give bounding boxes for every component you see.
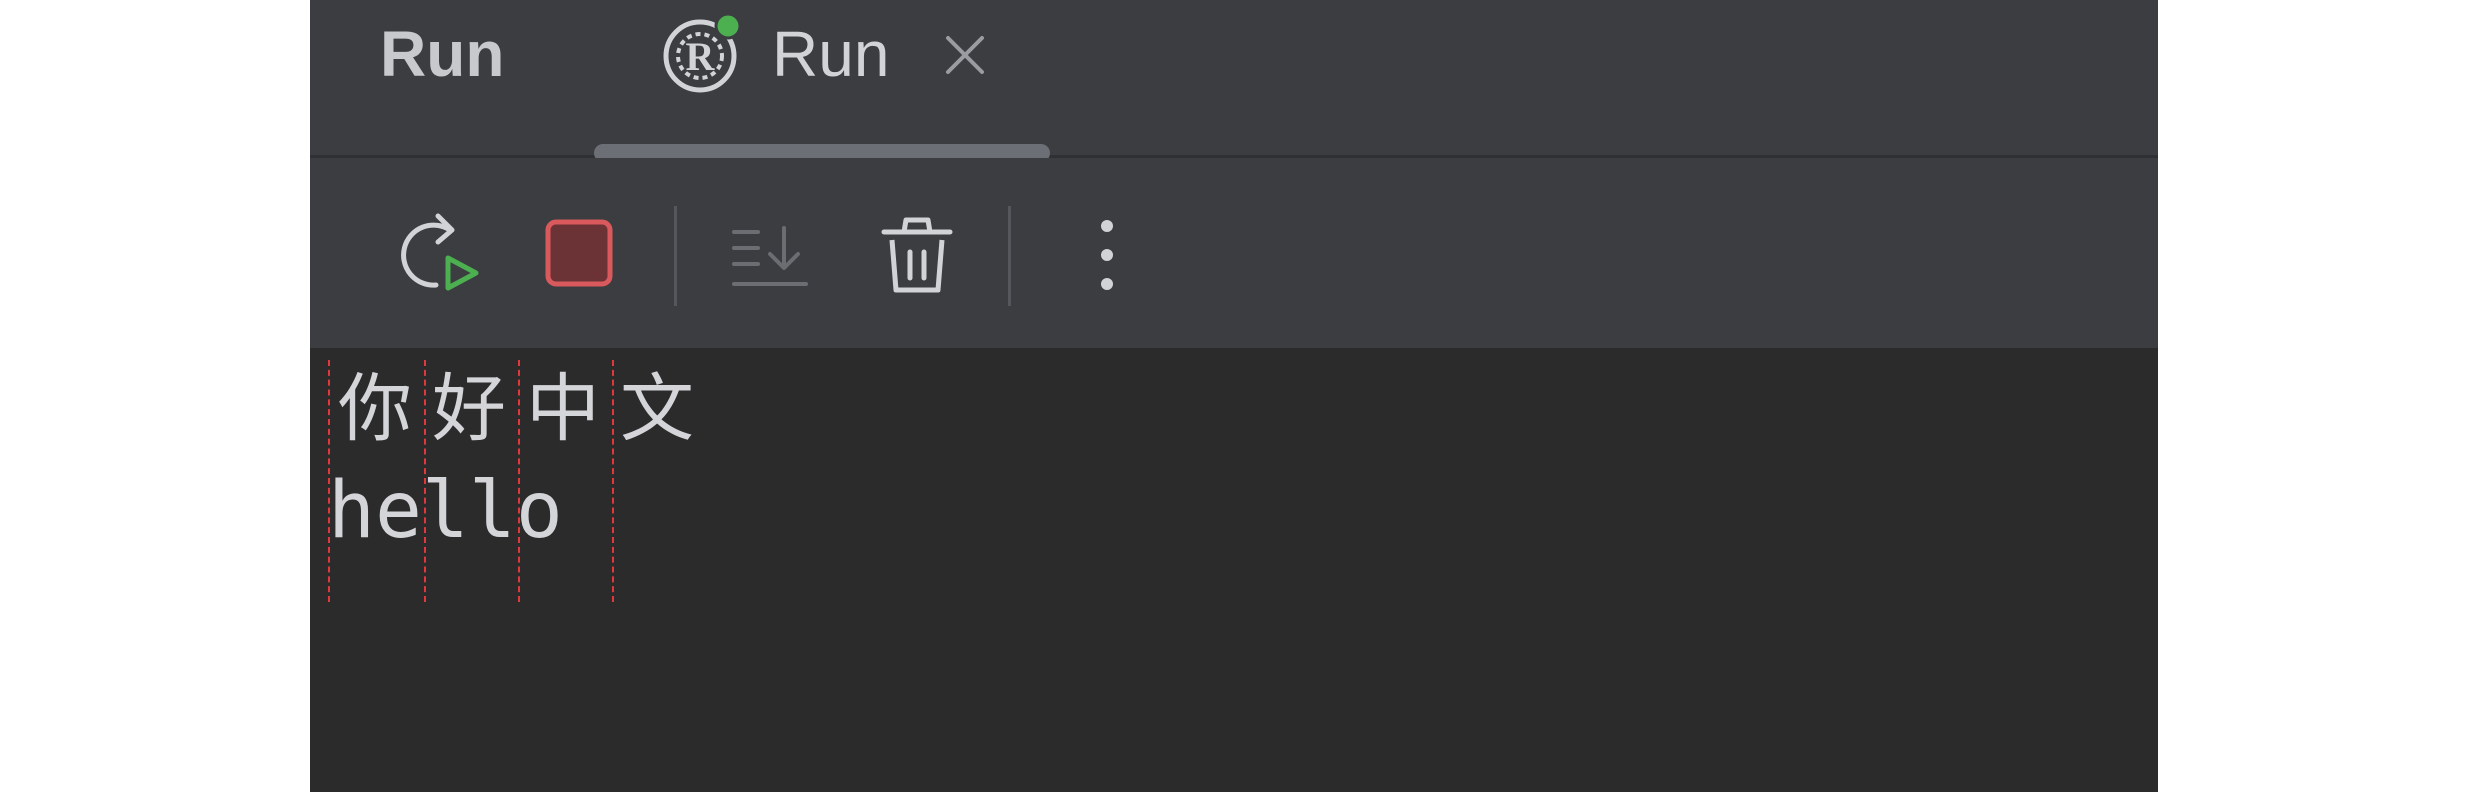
- more-vertical-icon[interactable]: [1062, 210, 1152, 300]
- stop-icon[interactable]: [536, 210, 626, 300]
- rerun-icon[interactable]: [398, 210, 488, 300]
- run-tool-window: Run R Run 你 好 中 文 hello: [310, 0, 2158, 792]
- tool-window-header: Run R Run: [310, 0, 2158, 162]
- console-line-ascii: hello: [328, 466, 563, 556]
- console-line-cjk: 你好中文: [338, 364, 714, 454]
- console-char: 你: [338, 366, 412, 452]
- svg-text:R: R: [686, 34, 716, 79]
- tab-label: Run: [772, 18, 890, 90]
- console-char: 文: [620, 366, 694, 452]
- rust-run-icon: R: [663, 12, 742, 93]
- tool-window-title: Run: [380, 18, 505, 90]
- scroll-to-end-icon[interactable]: [726, 210, 816, 300]
- close-icon[interactable]: [940, 30, 990, 80]
- toolbar-separator: [674, 206, 677, 306]
- console-output[interactable]: 你好中文 hello: [310, 348, 2158, 792]
- console-char: 中: [526, 366, 600, 452]
- console-char: 好: [432, 366, 506, 452]
- run-toolbar: [310, 158, 2158, 348]
- toolbar-separator: [1008, 206, 1011, 306]
- trash-icon[interactable]: [872, 210, 962, 300]
